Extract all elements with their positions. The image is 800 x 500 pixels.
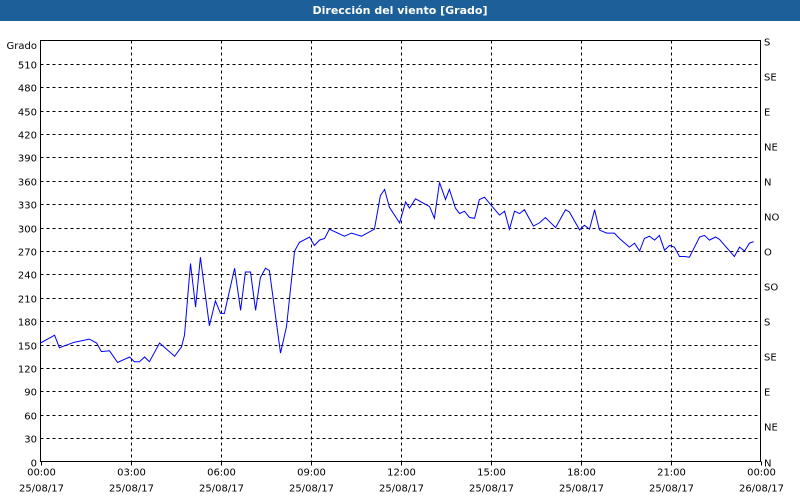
y-tick-label: 150 xyxy=(18,342,37,353)
x-tick-time: 18:00 xyxy=(567,468,596,479)
y-tick-label: 510 xyxy=(18,61,37,72)
grid xyxy=(40,40,761,462)
y-tick-label: 120 xyxy=(18,365,37,376)
right-tick-label: SE xyxy=(764,353,777,364)
right-tick-label: E xyxy=(764,388,770,399)
y-tick-label: 30 xyxy=(24,435,37,446)
x-tick-time: 12:00 xyxy=(387,468,416,479)
x-tick-time: 15:00 xyxy=(477,468,506,479)
right-tick-label: NE xyxy=(764,423,778,434)
y-tick-label: 480 xyxy=(18,84,37,95)
right-tick-label: NE xyxy=(764,143,778,154)
y-tick-label: 60 xyxy=(24,412,37,423)
chart-title: Dirección del viento [Grado] xyxy=(0,0,800,21)
right-tick-label: N xyxy=(764,178,771,189)
x-tick-date: 25/08/17 xyxy=(649,484,694,495)
y-tick-label: 300 xyxy=(18,225,37,236)
x-tick-date: 25/08/17 xyxy=(109,484,154,495)
x-tick-time: 00:00 xyxy=(27,468,56,479)
x-tick-time: 00:00 xyxy=(747,468,776,479)
right-tick-label: SO xyxy=(764,283,778,294)
y-tick-label: 240 xyxy=(18,271,37,282)
x-tick-time: 06:00 xyxy=(207,468,236,479)
right-tick-label: S xyxy=(764,38,770,49)
x-tick-date: 25/08/17 xyxy=(199,484,244,495)
right-tick-label: NO xyxy=(764,213,779,224)
axis-ticks: 0306090120150180210240270300330360390420… xyxy=(18,38,784,495)
x-tick-date: 25/08/17 xyxy=(289,484,334,495)
right-tick-label: O xyxy=(764,248,772,259)
right-tick-label: S xyxy=(764,318,770,329)
x-tick-date: 25/08/17 xyxy=(559,484,604,495)
right-tick-label: SE xyxy=(764,73,777,84)
x-tick-time: 21:00 xyxy=(657,468,686,479)
y-tick-label: 270 xyxy=(18,248,37,259)
series-line xyxy=(40,182,754,364)
x-tick-time: 09:00 xyxy=(297,468,326,479)
y-tick-label: 180 xyxy=(18,318,37,329)
x-tick-date: 25/08/17 xyxy=(469,484,514,495)
x-tick-date: 26/08/17 xyxy=(739,484,784,495)
y-axis-label: Grado xyxy=(7,41,37,52)
x-tick-time: 03:00 xyxy=(117,468,146,479)
y-tick-label: 330 xyxy=(18,201,37,212)
y-tick-label: 420 xyxy=(18,131,37,142)
right-tick-label: E xyxy=(764,108,770,119)
x-tick-date: 25/08/17 xyxy=(379,484,424,495)
y-tick-label: 360 xyxy=(18,178,37,189)
y-tick-label: 90 xyxy=(24,388,37,399)
wind-direction-chart: Grado 0306090120150180210240270300330360… xyxy=(7,38,784,495)
y-tick-label: 450 xyxy=(18,108,37,119)
y-tick-label: 390 xyxy=(18,154,37,165)
y-tick-label: 210 xyxy=(18,295,37,306)
x-tick-date: 25/08/17 xyxy=(19,484,64,495)
